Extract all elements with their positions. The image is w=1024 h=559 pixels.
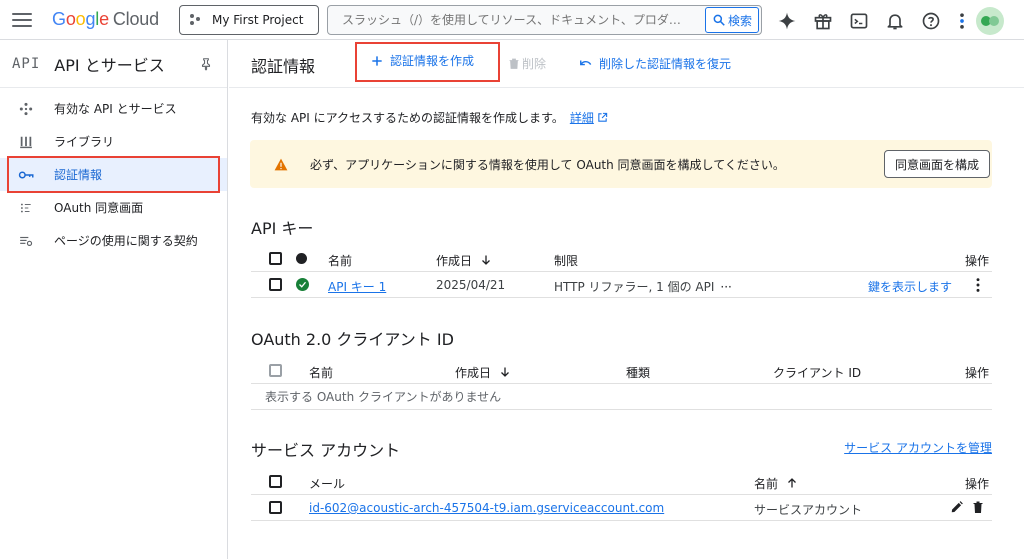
consent-icon: [18, 200, 34, 216]
select-all-checkbox[interactable]: [269, 252, 282, 265]
search-button[interactable]: 検索: [704, 7, 759, 33]
col-created-header[interactable]: 作成日: [436, 252, 492, 269]
col-name-header[interactable]: 名前: [328, 252, 352, 269]
api-keys-table: 名前 作成日 制限 操作 API キー 1 2025/04/21 HTTP リフ…: [251, 246, 992, 298]
top-bar: GoogleCloud My First Project 検索: [0, 0, 1024, 40]
create-credentials-button[interactable]: 認証情報を作成: [370, 52, 474, 69]
pin-icon[interactable]: [199, 56, 213, 75]
main-menu-icon[interactable]: [12, 10, 32, 30]
col-actions-header: 操作: [965, 366, 990, 380]
external-link-icon: [598, 112, 608, 122]
col-client-id-header: クライアント ID: [773, 366, 862, 380]
service-account-email-link[interactable]: id-602@acoustic-arch-457504-t9.iam.gserv…: [309, 501, 664, 515]
edit-pencil-icon[interactable]: [950, 500, 964, 517]
arrow-up-icon: [788, 478, 796, 488]
project-dots-icon: [190, 14, 202, 26]
account-avatar[interactable]: [976, 7, 1004, 35]
col-name-header[interactable]: 名前: [754, 475, 798, 492]
sidebar-item-oauth-consent[interactable]: OAuth 同意画面: [0, 191, 227, 224]
api-diamond-icon: [18, 101, 34, 117]
service-accounts-table: メール 名前 操作 id-602@acoustic-arch-457504-t9…: [251, 469, 992, 521]
action-bar: 認証情報 認証情報を作成 削除 削除した認証情報を復元: [229, 40, 1024, 88]
google-cloud-logo[interactable]: Google Cloud: [52, 9, 159, 30]
left-nav: API API とサービス 有効な API とサービス ライブラリ 認証情報 O…: [0, 40, 228, 559]
col-restrictions-header: 制限: [554, 254, 579, 268]
status-check-icon: [296, 278, 309, 291]
sidebar-item-page-usage-agreements[interactable]: ページの使用に関する契約: [0, 224, 227, 257]
table-row: id-602@acoustic-arch-457504-t9.iam.gserv…: [251, 495, 992, 521]
arrow-down-icon: [482, 255, 490, 265]
select-all-checkbox[interactable]: [269, 475, 282, 488]
configure-consent-screen-button[interactable]: 同意画面を構成: [883, 150, 990, 178]
search-icon: [713, 14, 725, 26]
manage-service-accounts-link[interactable]: サービス アカウントを管理: [844, 439, 992, 456]
search-bar: 検索: [327, 5, 762, 35]
col-email-header: メール: [309, 477, 346, 491]
api-key-name-link[interactable]: API キー 1: [328, 278, 386, 295]
table-row: API キー 1 2025/04/21 HTTP リファラー, 1 個の API…: [251, 272, 992, 298]
col-created-header[interactable]: 作成日: [455, 364, 511, 381]
oauth-warning-banner: 必ず、アプリケーションに関する情報を使用して OAuth 同意画面を構成してくだ…: [250, 140, 992, 188]
table-header-row: 名前 作成日 制限 操作: [251, 246, 992, 272]
col-actions-header: 操作: [965, 477, 990, 491]
key-icon: [18, 167, 34, 183]
status-dot-icon: [296, 253, 307, 264]
sidebar-item-library[interactable]: ライブラリ: [0, 125, 227, 158]
delete-trash-icon[interactable]: [972, 500, 984, 517]
api-key-restrictions: HTTP リファラー, 1 個の API ···: [554, 280, 732, 294]
trash-icon: [509, 58, 519, 69]
project-selector[interactable]: My First Project: [179, 5, 319, 35]
banner-text: 必ず、アプリケーションに関する情報を使用して OAuth 同意画面を構成してくだ…: [310, 157, 785, 172]
sidebar-item-enabled-apis[interactable]: 有効な API とサービス: [0, 92, 227, 125]
oauth-title: OAuth 2.0 クライアント ID: [251, 330, 454, 349]
notifications-bell-icon[interactable]: [882, 8, 908, 34]
row-more-vert-icon[interactable]: [975, 277, 981, 296]
plus-icon: [372, 55, 382, 66]
sidebar-header: API API とサービス: [0, 40, 227, 88]
oauth-table: 名前 作成日 種類 クライアント ID 操作 表示する OAuth クライアント…: [251, 358, 992, 410]
more-vert-icon[interactable]: [954, 8, 970, 34]
service-accounts-title: サービス アカウント: [251, 441, 401, 460]
col-name-header[interactable]: 名前: [309, 364, 333, 381]
sidebar-item-credentials[interactable]: 認証情報: [0, 158, 227, 191]
search-input[interactable]: [328, 6, 705, 34]
main-content: 認証情報 認証情報を作成 削除 削除した認証情報を復元 有効な API にアクセ…: [229, 40, 1024, 559]
show-key-link[interactable]: 鍵を表示します: [868, 278, 952, 295]
api-keys-title: API キー: [251, 219, 314, 238]
arrow-down-icon: [501, 367, 509, 377]
project-name: My First Project: [212, 13, 304, 27]
help-icon[interactable]: [918, 8, 944, 34]
undo-icon: [580, 60, 592, 65]
library-icon: [18, 134, 34, 150]
col-type-header: 種類: [626, 366, 651, 380]
gift-icon[interactable]: [810, 8, 836, 34]
restore-deleted-credentials-button[interactable]: 削除した認証情報を復元: [579, 55, 731, 72]
service-account-name: サービスアカウント: [754, 503, 863, 517]
col-actions-header: 操作: [965, 254, 990, 268]
table-header-row: メール 名前 操作: [251, 469, 992, 495]
gemini-spark-icon[interactable]: [774, 8, 800, 34]
sidebar-title: API とサービス: [54, 55, 165, 75]
row-checkbox[interactable]: [269, 501, 282, 514]
cloud-shell-icon[interactable]: [846, 8, 872, 34]
more-restrictions-button[interactable]: ···: [720, 280, 731, 294]
api-key-created: 2025/04/21: [436, 278, 506, 292]
row-checkbox[interactable]: [269, 278, 282, 291]
oauth-empty-message: 表示する OAuth クライアントがありません: [251, 384, 992, 410]
api-logo: API: [12, 55, 41, 72]
learn-more-link[interactable]: 詳細: [570, 111, 594, 125]
table-header-row: 名前 作成日 種類 クライアント ID 操作: [251, 358, 992, 384]
intro-text: 有効な API にアクセスするための認証情報を作成します。 詳細: [251, 109, 608, 126]
delete-button[interactable]: 削除: [508, 55, 546, 72]
select-all-checkbox[interactable]: [269, 364, 282, 377]
page-title: 認証情報: [251, 57, 316, 76]
warning-icon: [274, 158, 288, 170]
settings-list-icon: [18, 233, 34, 249]
